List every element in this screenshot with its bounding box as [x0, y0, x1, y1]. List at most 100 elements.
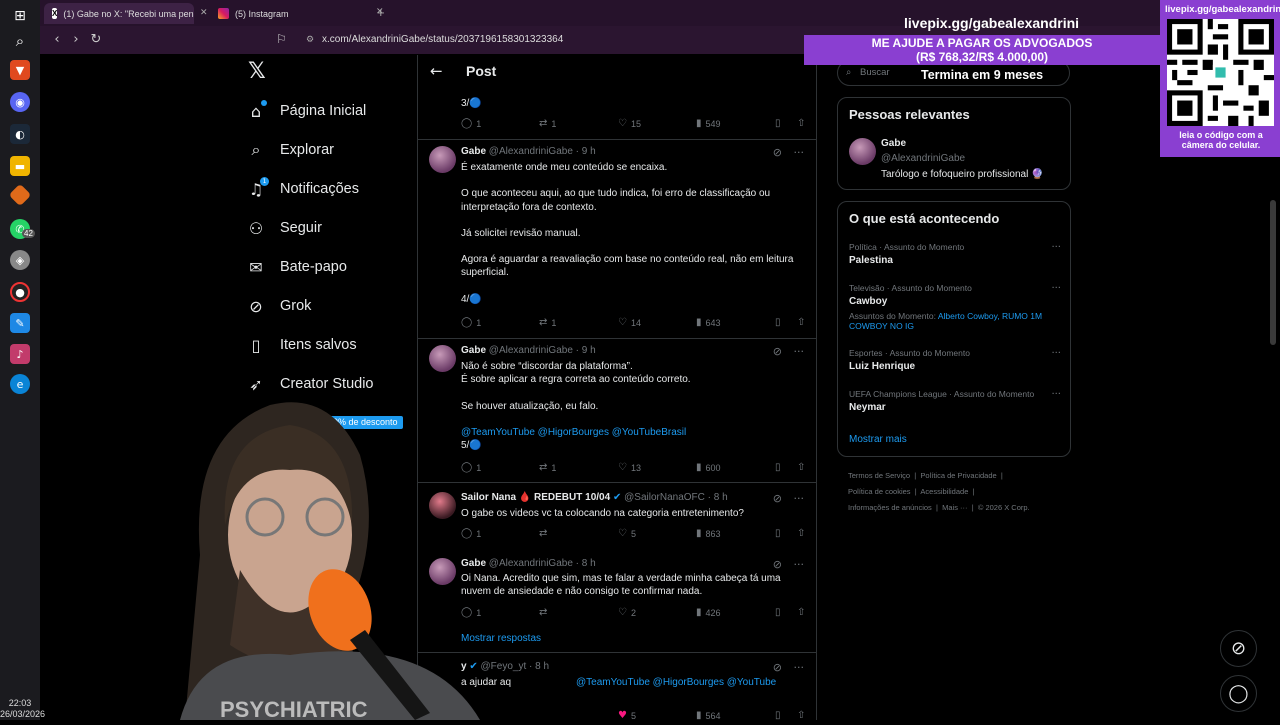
footer-link[interactable]: Política de cookies	[848, 487, 911, 496]
views-button[interactable]: ▮ 426	[696, 607, 721, 618]
nav-item-chat[interactable]: ✉ Bate-papo	[246, 253, 347, 281]
show-more-link[interactable]: Mostrar mais	[849, 434, 907, 445]
qr-title: livepix.gg/gabealexandrini	[1165, 4, 1280, 15]
grok-icon[interactable]: ⊘	[773, 146, 782, 159]
close-tab-icon[interactable]: ✕	[200, 8, 208, 18]
grok-icon[interactable]: ⊘	[773, 345, 782, 358]
reply-button[interactable]: ◯ 1	[461, 118, 481, 129]
more-icon[interactable]: ···	[1051, 389, 1061, 400]
reply-button[interactable]: ◯ 1	[461, 317, 481, 328]
like-button[interactable]: ♡ 15	[618, 118, 641, 129]
more-icon[interactable]: ···	[794, 492, 805, 505]
x-logo-icon[interactable]: 𝕏	[248, 61, 266, 83]
grok-icon[interactable]: ⊘	[773, 558, 782, 571]
app-diamond-icon[interactable]	[8, 183, 32, 207]
forward-icon[interactable]: ›	[67, 31, 85, 49]
bookmark-button[interactable]: ▯	[775, 710, 781, 721]
back-icon[interactable]: ‹	[48, 31, 66, 49]
back-arrow-icon[interactable]: ←	[430, 62, 443, 80]
tab-instagram[interactable]: (5) Instagram	[210, 3, 380, 24]
retweet-button[interactable]: ⇄ 1	[539, 118, 556, 129]
more-icon[interactable]: ···	[1051, 348, 1061, 359]
bookmark-button[interactable]: ▯	[775, 607, 781, 618]
avatar[interactable]	[429, 345, 456, 372]
trend-item[interactable]: UEFA Champions League · Assunto do Momen…	[849, 389, 1061, 413]
footer-link[interactable]: Termos de Serviço	[848, 471, 910, 480]
svg-text:PSYCHIATRIC: PSYCHIATRIC	[220, 697, 368, 720]
views-button[interactable]: ▮ 863	[696, 528, 721, 539]
grok-icon[interactable]: ⊘	[773, 492, 782, 505]
nav-item-creator-studio[interactable]: ➶ Creator Studio	[246, 370, 373, 398]
reload-icon[interactable]: ↻	[87, 31, 105, 49]
footer-link[interactable]: Acessibilidade	[920, 487, 968, 496]
footer-link[interactable]: Informações de anúncios	[848, 503, 932, 512]
streamer-webcam-graphic: PSYCHIATRIC	[180, 402, 480, 722]
trend-item[interactable]: Política · Assunto do Momento Palestina …	[849, 242, 1061, 266]
app-pink-icon[interactable]: ♪	[10, 344, 30, 364]
like-button[interactable]: ♥ 5	[618, 710, 636, 721]
views-button[interactable]: ▮ 600	[696, 462, 721, 473]
views-button[interactable]: ▮ 643	[696, 317, 721, 328]
new-tab-icon[interactable]: +	[377, 5, 385, 20]
share-button[interactable]: ⇧	[797, 607, 805, 618]
nav-item-bookmarks[interactable]: ▯ Itens salvos	[246, 331, 357, 359]
tab-x-post[interactable]: X (1) Gabe no X: "Recebi uma pena...	[44, 3, 194, 24]
bookmark-button[interactable]: ▯	[775, 118, 781, 129]
share-button[interactable]: ⇧	[797, 118, 805, 129]
shield-icon[interactable]: ◈	[10, 250, 30, 270]
avatar[interactable]	[429, 146, 456, 173]
nav-item-notifications[interactable]: ♫ 1 Notificações	[246, 175, 359, 203]
mention-link[interactable]: @TeamYouTube @HigorBourges @YouTube	[576, 676, 776, 689]
page-scrollbar[interactable]	[1270, 200, 1276, 345]
heart-filled-icon: ♥	[618, 710, 627, 721]
grok-fab-button[interactable]: ⊘	[1220, 630, 1257, 667]
search-icon[interactable]: ⌕	[10, 31, 30, 51]
nav-item-follow[interactable]: ⚇ Seguir	[246, 214, 322, 242]
person-name[interactable]: Gabe	[881, 138, 906, 149]
more-icon[interactable]: ···	[1051, 242, 1061, 253]
like-button[interactable]: ♡ 14	[618, 317, 641, 328]
tweet-author[interactable]: Gabe @AlexandriniGabe · 9 h	[461, 345, 596, 356]
chat-fab-button[interactable]: ◯	[1220, 675, 1257, 712]
tweet-actions: ◯ 1 ⇄ 1 ♡ 14 ▮ 643 ▯ ⇧	[461, 317, 806, 331]
steam-icon[interactable]: ◐	[10, 124, 30, 144]
avatar[interactable]	[849, 138, 876, 165]
more-icon[interactable]: ···	[794, 558, 805, 571]
bookmark-page-icon[interactable]: ⚐	[276, 32, 287, 46]
folder-icon[interactable]: ▬	[10, 156, 30, 176]
grok-icon[interactable]: ⊘	[773, 661, 782, 674]
brave-icon[interactable]: ▼	[10, 60, 30, 80]
nav-item-home[interactable]: ⌂ Página Inicial	[246, 97, 366, 125]
footer-link[interactable]: Mais ···	[942, 503, 967, 512]
more-icon[interactable]: ···	[794, 345, 805, 358]
retweet-button[interactable]: ⇄ 1	[539, 317, 556, 328]
share-button[interactable]: ⇧	[797, 710, 805, 721]
nav-item-grok[interactable]: ⊘ Grok	[246, 292, 311, 320]
obs-icon[interactable]: ●	[10, 282, 30, 302]
tweet-author[interactable]: Gabe @AlexandriniGabe · 9 h	[461, 146, 596, 157]
more-icon[interactable]: ···	[794, 661, 805, 674]
edge-icon[interactable]: e	[10, 374, 30, 394]
bookmark-button[interactable]: ▯	[775, 317, 781, 328]
qr-instructions: leia o código com a câmera do celular.	[1179, 130, 1263, 150]
like-button[interactable]: ♡ 2	[618, 607, 636, 618]
discord-icon[interactable]: ◉	[10, 92, 30, 112]
bookmark-button[interactable]: ▯	[775, 528, 781, 539]
nav-item-explore[interactable]: ⌕ Explorar	[246, 136, 334, 164]
share-button[interactable]: ⇧	[797, 317, 805, 328]
views-button[interactable]: ▮ 564	[696, 710, 721, 721]
share-button[interactable]: ⇧	[797, 462, 805, 473]
more-icon[interactable]: ···	[1051, 283, 1061, 294]
windows-start-icon[interactable]: ⊞	[10, 6, 30, 26]
like-button[interactable]: ♡ 5	[618, 528, 636, 539]
more-icon[interactable]: ···	[794, 146, 805, 159]
bookmark-button[interactable]: ▯	[775, 462, 781, 473]
paint-icon[interactable]: ✎	[10, 313, 30, 333]
site-info-icon[interactable]: ⚙	[306, 30, 314, 50]
trend-item[interactable]: Televisão · Assunto do Momento Cawboy As…	[849, 283, 1061, 331]
share-button[interactable]: ⇧	[797, 528, 805, 539]
trend-item[interactable]: Esportes · Assunto do Momento Luiz Henri…	[849, 348, 1061, 372]
like-button[interactable]: ♡ 13	[618, 462, 641, 473]
footer-link[interactable]: Política de Privacidade	[920, 471, 996, 480]
views-button[interactable]: ▮ 549	[696, 118, 721, 129]
